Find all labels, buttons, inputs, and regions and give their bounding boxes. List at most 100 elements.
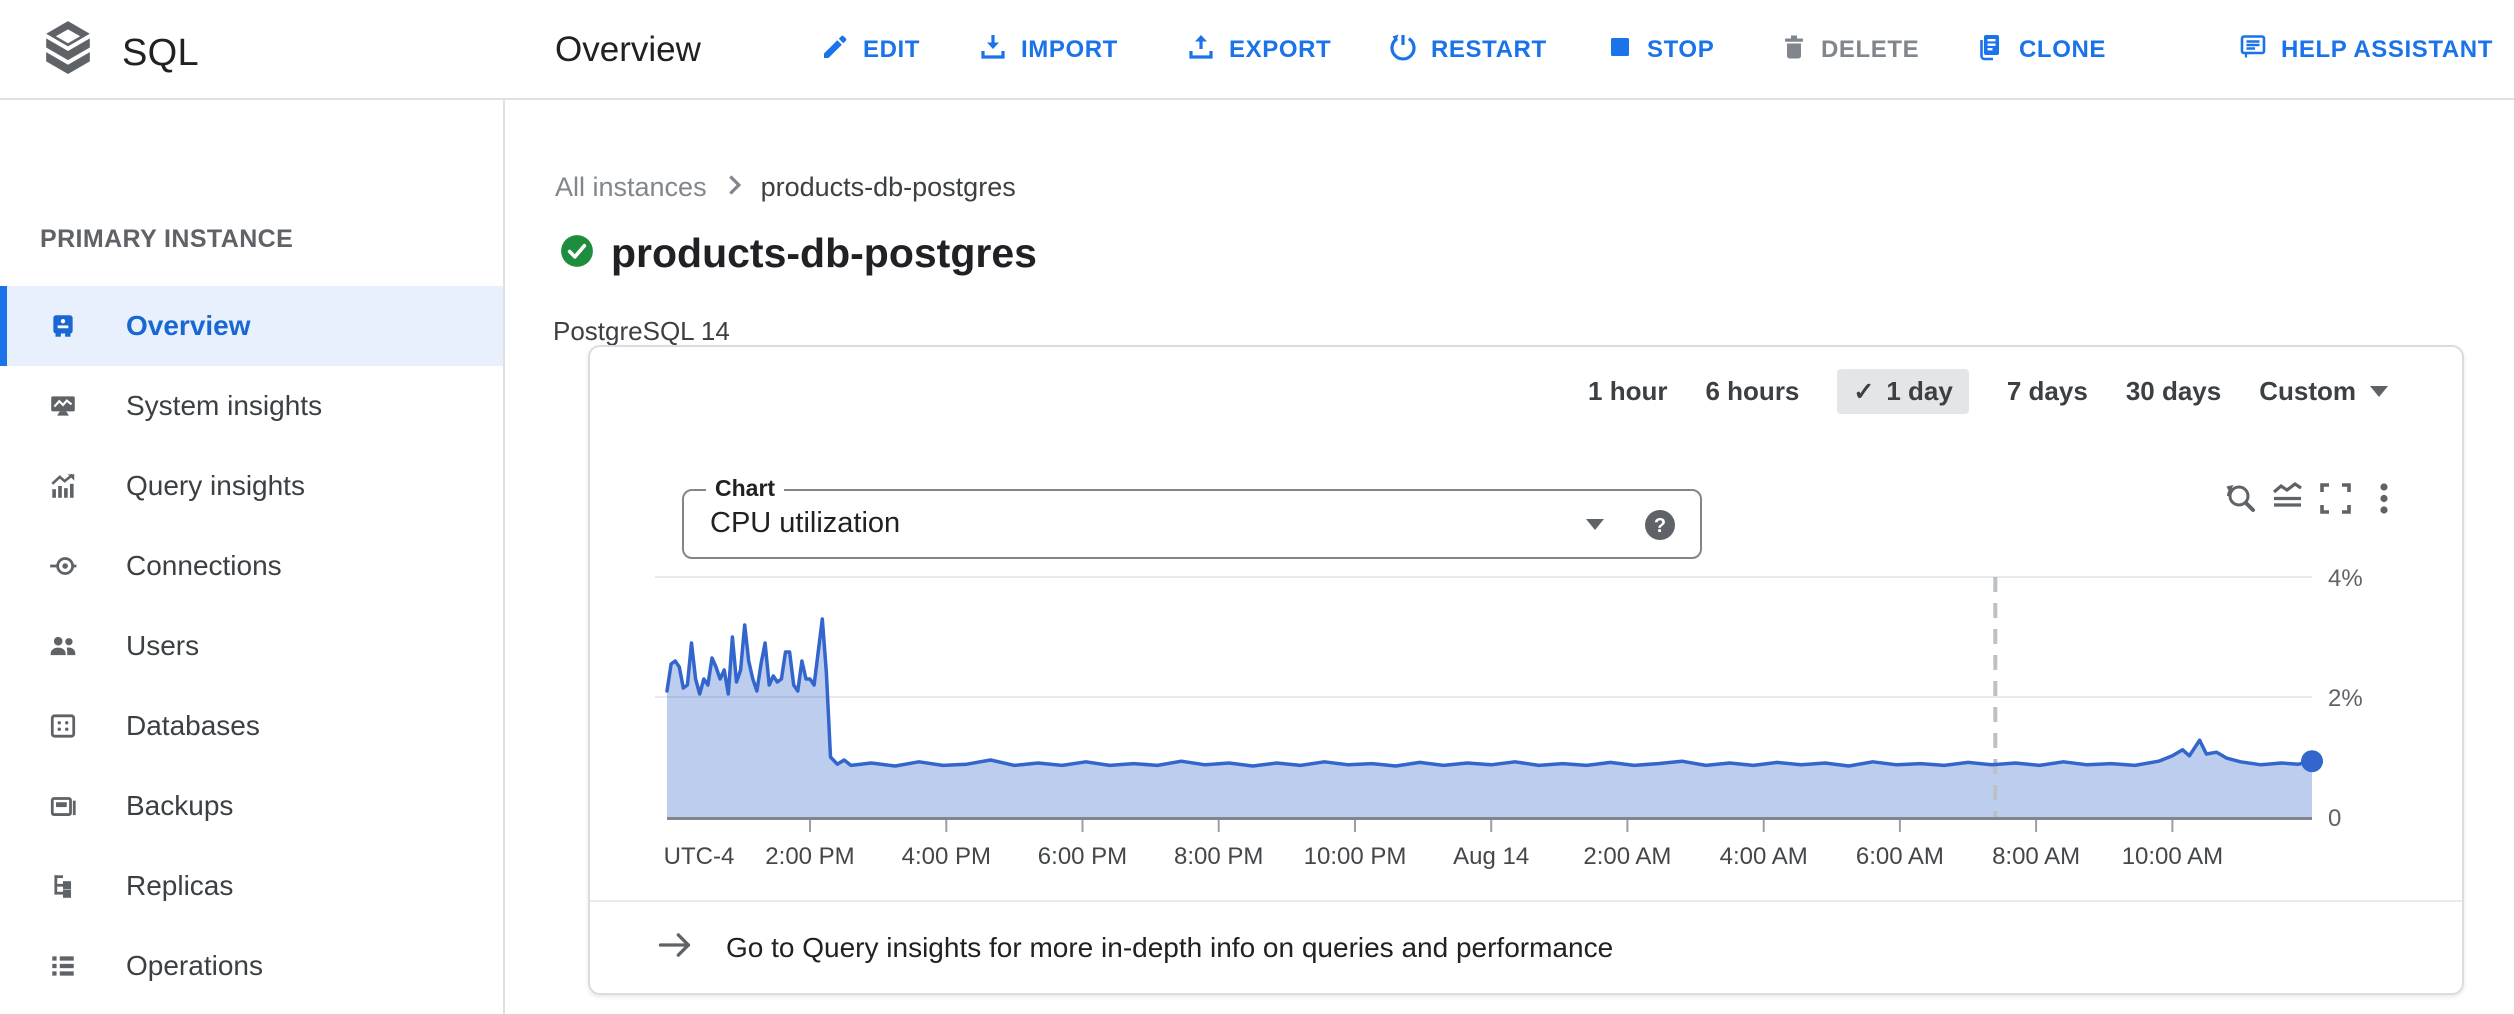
svg-text:0: 0 — [2328, 805, 2341, 832]
svg-text:8:00 PM: 8:00 PM — [1174, 843, 1263, 870]
sql-logo-icon — [40, 20, 96, 87]
sidebar-item-databases[interactable]: Databases — [0, 686, 503, 766]
status-healthy-icon — [559, 233, 595, 274]
clone-label: CLONE — [2019, 36, 2106, 64]
system-insights-label: System insights — [126, 390, 322, 422]
range-1-hour[interactable]: 1 hour — [1588, 376, 1667, 407]
sidebar-item-backups[interactable]: Backups — [0, 766, 503, 846]
main-content: All instances products-db-postgres produ… — [507, 102, 2514, 1014]
product-name: SQL — [122, 32, 199, 75]
chart-select-label: Chart — [706, 475, 784, 502]
range-30-days[interactable]: 30 days — [2126, 376, 2221, 407]
stop-label: STOP — [1647, 36, 1714, 64]
svg-text:4:00 AM: 4:00 AM — [1720, 843, 1808, 870]
import-icon — [978, 32, 1008, 69]
page-title: Overview — [555, 30, 701, 70]
backups-label: Backups — [126, 790, 233, 822]
chart-select-value: CPU utilization — [710, 507, 900, 540]
range-1-day-selected[interactable]: ✓ 1 day — [1837, 369, 1968, 414]
delete-button[interactable]: DELETE — [1780, 0, 1919, 100]
users-label: Users — [126, 630, 199, 662]
help-icon[interactable]: ? — [1642, 507, 1678, 543]
users-icon — [48, 631, 78, 661]
backups-icon — [48, 791, 78, 821]
time-range-selector: 1 hour 6 hours ✓ 1 day 7 days 30 days Cu… — [1588, 369, 2388, 414]
overview-label: Overview — [126, 310, 251, 342]
breadcrumb: All instances products-db-postgres — [555, 172, 1016, 203]
svg-text:2:00 PM: 2:00 PM — [765, 843, 854, 870]
range-custom[interactable]: Custom — [2259, 376, 2388, 407]
sidebar-item-operations[interactable]: Operations — [0, 926, 503, 1006]
databases-icon — [48, 711, 78, 741]
query-insights-link[interactable]: Go to Query insights for more in-depth i… — [590, 900, 2462, 993]
clone-button[interactable]: CLONE — [1976, 0, 2106, 100]
edit-label: EDIT — [863, 36, 920, 64]
instance-title-row: products-db-postgres — [559, 230, 1037, 277]
sidebar: PRIMARY INSTANCE Overview S — [0, 100, 505, 1014]
instance-engine: PostgreSQL 14 — [553, 316, 730, 347]
overview-icon — [48, 311, 78, 341]
sidebar-item-overview[interactable]: Overview — [0, 286, 503, 366]
system-insights-icon — [48, 391, 78, 421]
product-logo: SQL — [40, 20, 199, 87]
export-label: EXPORT — [1229, 36, 1331, 64]
operations-label: Operations — [126, 950, 263, 982]
help-assistant-button[interactable]: HELP ASSISTANT — [2238, 0, 2493, 100]
breadcrumb-current: products-db-postgres — [761, 172, 1016, 203]
breadcrumb-all-instances[interactable]: All instances — [555, 172, 707, 203]
check-icon: ✓ — [1853, 377, 1874, 407]
import-button[interactable]: IMPORT — [978, 0, 1118, 100]
svg-text:10:00 AM: 10:00 AM — [2122, 843, 2223, 870]
delete-icon — [1780, 33, 1808, 68]
chevron-down-icon — [2370, 386, 2388, 397]
help-assistant-icon — [2238, 32, 2268, 69]
restart-label: RESTART — [1431, 36, 1547, 64]
connections-label: Connections — [126, 550, 282, 582]
stop-icon — [1606, 33, 1634, 68]
svg-text:4%: 4% — [2328, 565, 2363, 592]
edit-button[interactable]: EDIT — [820, 0, 920, 100]
area-chart-icon[interactable] — [2268, 479, 2308, 519]
svg-text:8:00 AM: 8:00 AM — [1992, 843, 2080, 870]
connections-icon — [48, 551, 78, 581]
restart-button[interactable]: RESTART — [1388, 0, 1547, 100]
replicas-icon — [48, 871, 78, 901]
zoom-reset-icon[interactable] — [2220, 479, 2260, 519]
delete-label: DELETE — [1821, 36, 1919, 64]
svg-text:10:00 PM: 10:00 PM — [1304, 843, 1407, 870]
sidebar-nav: Overview System insights — [0, 286, 503, 1006]
sidebar-item-replicas[interactable]: Replicas — [0, 846, 503, 926]
fullscreen-icon[interactable] — [2316, 479, 2356, 519]
sidebar-section-title: PRIMARY INSTANCE — [40, 225, 293, 254]
import-label: IMPORT — [1021, 36, 1118, 64]
export-button[interactable]: EXPORT — [1186, 0, 1331, 100]
query-insights-link-text: Go to Query insights for more in-depth i… — [726, 932, 1613, 964]
range-7-days[interactable]: 7 days — [2007, 376, 2088, 407]
svg-text:4:00 PM: 4:00 PM — [902, 843, 991, 870]
chevron-right-icon — [725, 172, 743, 203]
svg-text:6:00 PM: 6:00 PM — [1038, 843, 1127, 870]
svg-text:UTC-4: UTC-4 — [664, 843, 735, 870]
select-caret-icon — [1586, 519, 1604, 530]
sidebar-item-connections[interactable]: Connections — [0, 526, 503, 606]
clone-icon — [1976, 32, 2006, 69]
svg-text:6:00 AM: 6:00 AM — [1856, 843, 1944, 870]
restart-icon — [1388, 32, 1418, 69]
operations-icon — [48, 951, 78, 981]
top-app-bar: SQL Overview EDIT IMPORT EXPORT — [0, 0, 2514, 100]
range-6-hours[interactable]: 6 hours — [1705, 376, 1799, 407]
instance-name: products-db-postgres — [611, 230, 1037, 277]
range-custom-label: Custom — [2259, 376, 2356, 407]
sidebar-item-query-insights[interactable]: Query insights — [0, 446, 503, 526]
cpu-utilization-chart[interactable]: 4%2%02:00 PM4:00 PM6:00 PM8:00 PM10:00 P… — [590, 542, 2466, 892]
sidebar-item-system-insights[interactable]: System insights — [0, 366, 503, 446]
more-options-icon[interactable] — [2364, 479, 2404, 519]
help-assistant-label: HELP ASSISTANT — [2281, 36, 2493, 64]
export-icon — [1186, 32, 1216, 69]
query-insights-label: Query insights — [126, 470, 305, 502]
svg-text:Aug 14: Aug 14 — [1453, 843, 1529, 870]
sidebar-item-users[interactable]: Users — [0, 606, 503, 686]
arrow-right-icon — [656, 928, 694, 967]
stop-button[interactable]: STOP — [1606, 0, 1714, 100]
databases-label: Databases — [126, 710, 260, 742]
